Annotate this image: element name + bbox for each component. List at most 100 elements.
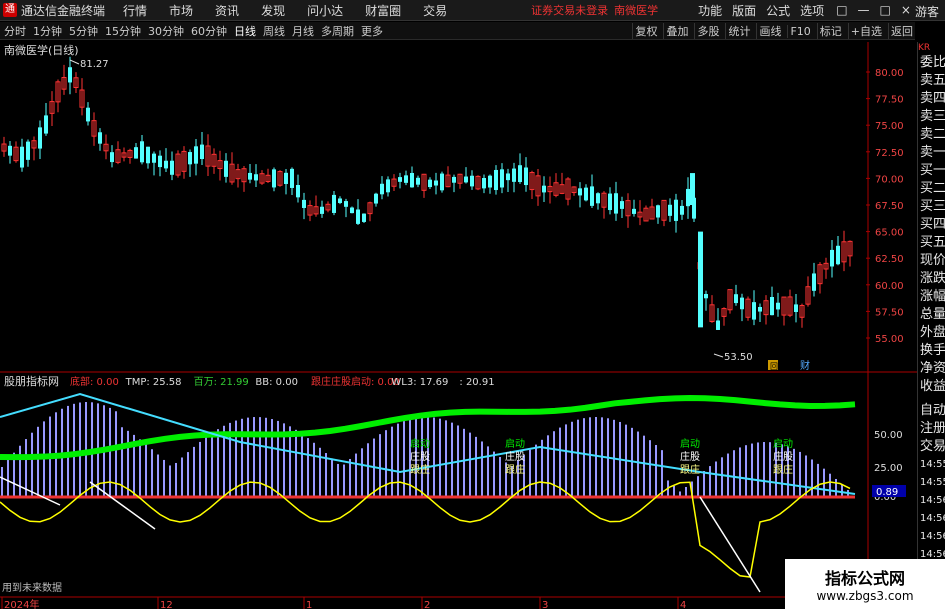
indicator-line-white <box>699 496 761 593</box>
side-action[interactable]: 交易 <box>918 438 945 456</box>
stock-name: 南微医学 <box>614 4 659 17</box>
quote-label: 总量 <box>920 307 945 322</box>
menu-item-discover[interactable]: 发现 <box>261 2 285 19</box>
candle-body <box>770 297 774 316</box>
candle-body <box>428 179 432 188</box>
candle-body <box>86 107 90 122</box>
period-weekly[interactable]: 周线 <box>263 23 285 39</box>
quote-labels: 委比 卖五 卖四 卖三 卖二 卖一 买一 买二 买三 买四 买五 现价 涨跌 涨幅 总量 外盘 换手 净资 收益 <box>918 54 945 396</box>
app-title: 通达信金融终端 <box>21 3 106 18</box>
main-chart-title: 南微医学(日线) <box>4 43 79 57</box>
tool-back[interactable]: 返回 <box>888 23 915 39</box>
window-menu-icon[interactable]: □ <box>836 3 847 17</box>
maximize-icon[interactable]: □ <box>880 3 891 17</box>
chart-toolbar: 复权 叠加 多股 统计 画线 F10 标记 +自选 返回 <box>628 22 915 40</box>
period-more[interactable]: 更多 <box>361 23 383 39</box>
menu-item-options[interactable]: 选项 <box>800 2 824 19</box>
period-5min[interactable]: 5分钟 <box>69 23 98 39</box>
current-value: 0.89 <box>876 487 898 498</box>
tool-draw-line[interactable]: 画线 <box>756 23 783 39</box>
price-label: 55.00 <box>875 334 904 345</box>
low-marker: 53.50 <box>724 352 753 363</box>
menu-item-function[interactable]: 功能 <box>698 2 722 19</box>
menu-item-formula[interactable]: 公式 <box>766 2 790 19</box>
candle-body <box>752 302 756 320</box>
candle-body <box>194 146 198 164</box>
menu-item-news[interactable]: 资讯 <box>215 2 239 19</box>
quote-label: 现价 <box>920 253 945 268</box>
period-multi[interactable]: 多周期 <box>321 23 354 39</box>
candle-body <box>440 173 444 191</box>
candle-body <box>386 179 390 193</box>
quote-label: 卖五 <box>920 73 945 88</box>
tool-multi-stock[interactable]: 多股 <box>694 23 721 39</box>
period-30min[interactable]: 30分钟 <box>148 23 184 39</box>
quote-label: 买二 <box>920 181 945 196</box>
candle-body <box>398 177 402 182</box>
period-15min[interactable]: 15分钟 <box>105 23 141 39</box>
annotation-start: 启动 <box>410 437 430 450</box>
annotation-start: 启动 <box>505 437 525 450</box>
period-intraday[interactable]: 分时 <box>4 23 26 39</box>
candle-body <box>584 187 588 201</box>
menu-item-ask[interactable]: 问小达 <box>307 2 343 19</box>
tool-statistics[interactable]: 统计 <box>725 23 752 39</box>
watermark: 指标公式网 www.zbgs3.com <box>785 559 945 609</box>
tool-mark[interactable]: 标记 <box>816 23 844 39</box>
indicator-value: 底部: 0.00 <box>70 375 119 388</box>
quote-label: 买一 <box>920 163 945 178</box>
menu-item-market[interactable]: 行情 <box>123 2 147 19</box>
tool-add-watchlist[interactable]: +自选 <box>847 23 884 39</box>
date-label: 2024年 <box>4 598 39 609</box>
login-status[interactable]: 证券交易未登录 <box>531 2 608 18</box>
quote-label: 净资 <box>920 361 945 376</box>
candle-body <box>500 169 504 188</box>
candle-body <box>704 294 708 299</box>
period-daily[interactable]: 日线 <box>234 23 256 39</box>
candle-body <box>302 199 306 208</box>
period-1min[interactable]: 1分钟 <box>33 23 62 39</box>
watermark-url: www.zbgs3.com <box>816 589 914 603</box>
candle-body <box>668 204 672 216</box>
menu-item-trade[interactable]: 交易 <box>423 2 447 19</box>
period-monthly[interactable]: 月线 <box>292 23 314 39</box>
candle-body <box>8 145 12 156</box>
candle-body <box>152 153 156 163</box>
candle-body <box>734 294 738 304</box>
candle-body <box>506 173 510 181</box>
candle-body <box>374 193 378 204</box>
side-action[interactable]: 自动 <box>918 402 945 420</box>
candle-body <box>248 172 252 180</box>
candle-body <box>812 273 816 291</box>
price-label: 70.00 <box>875 174 904 185</box>
price-label: 75.00 <box>875 121 904 132</box>
candle-body <box>38 127 42 149</box>
candle-body <box>740 297 744 310</box>
period-60min[interactable]: 60分钟 <box>191 23 227 39</box>
price-label: 72.50 <box>875 148 904 159</box>
candle-body <box>608 193 612 211</box>
minimize-icon[interactable]: — <box>858 3 870 17</box>
chart-area[interactable]: 南微医学(日线) 80.00 77.50 75.00 72.50 70.00 67.50 6… <box>0 42 917 609</box>
menu-bar: 通 通达信金融终端 行情 市场 资讯 发现 问小达 财富圈 交易 证券交易未登录… <box>0 0 945 21</box>
guest-label[interactable]: 游客 <box>915 3 939 20</box>
menu-item-markets[interactable]: 市场 <box>169 2 193 19</box>
price-label: 57.50 <box>875 307 904 318</box>
tool-overlay[interactable]: 叠加 <box>663 23 690 39</box>
chart-canvas[interactable]: 南微医学(日线) 80.00 77.50 75.00 72.50 70.00 67.50 6… <box>0 42 917 609</box>
tool-f10[interactable]: F10 <box>787 24 812 38</box>
quote-label: 换手 <box>920 343 945 358</box>
close-icon[interactable]: × <box>901 3 911 17</box>
candle-body <box>410 172 414 188</box>
low-marker-line <box>713 353 724 358</box>
tick-time: 14:56 <box>920 513 945 524</box>
candle-body <box>380 183 384 195</box>
menu-item-layout[interactable]: 版面 <box>732 2 756 19</box>
quote-label: 买四 <box>920 217 945 232</box>
menu-item-wealth[interactable]: 财富圈 <box>365 2 401 19</box>
annotation-follow: 跟庄 <box>773 463 793 476</box>
tool-adjust[interactable]: 复权 <box>632 23 659 39</box>
side-action[interactable]: 注册 <box>918 420 945 438</box>
candle-body <box>296 184 300 198</box>
candle-body <box>620 201 624 209</box>
